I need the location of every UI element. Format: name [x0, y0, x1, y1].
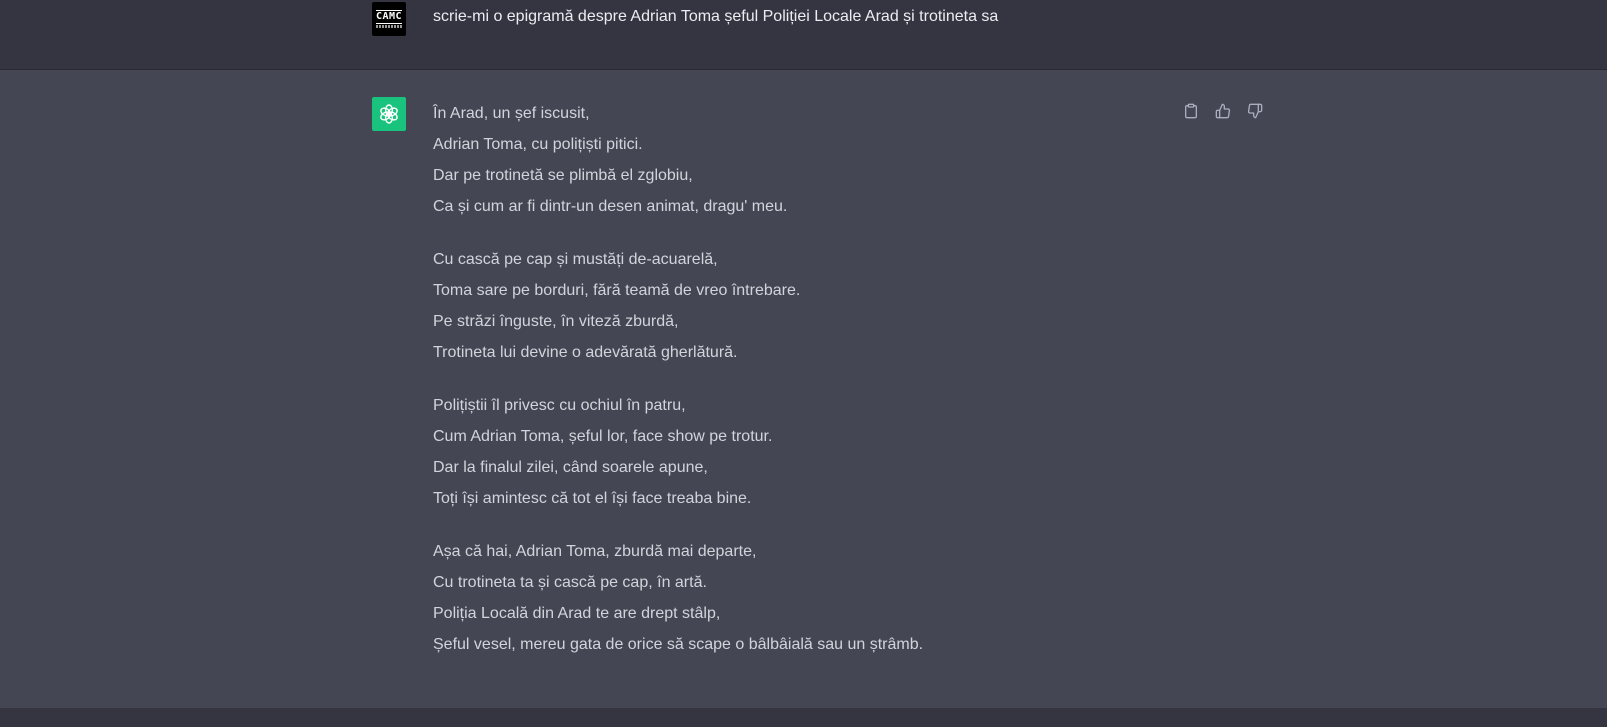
assistant-message-row: În Arad, un șef iscusit, Adrian Toma, cu…	[0, 70, 1607, 708]
poem-line: Cu trotineta ta și cască pe cap, în artă…	[433, 574, 707, 591]
user-message-row: CAMC scrie-mi o epigramă despre Adrian T…	[0, 0, 1607, 70]
copy-button[interactable]	[1180, 100, 1202, 122]
avatar-logo-text: CAMC	[375, 10, 403, 24]
thumbs-up-button[interactable]	[1212, 100, 1234, 122]
stanza: Cu cască pe cap și mustăți de-acuarelă, …	[433, 244, 1133, 368]
poem-line: Poliția Locală din Arad te are drept stâ…	[433, 605, 721, 622]
thumbs-up-icon	[1215, 103, 1231, 119]
chatgpt-avatar	[372, 97, 406, 131]
user-message-text: scrie-mi o epigramă despre Adrian Toma ș…	[433, 8, 999, 25]
poem-line: În Arad, un șef iscusit,	[433, 105, 590, 122]
clipboard-icon	[1185, 103, 1197, 119]
message-actions	[1180, 100, 1266, 122]
poem-line: Pe străzi înguste, în viteză zburdă,	[433, 313, 679, 330]
poem-line: Toma sare pe borduri, fără teamă de vreo…	[433, 282, 801, 299]
poem-line: Așa că hai, Adrian Toma, zburdă mai depa…	[433, 543, 757, 560]
poem-line: Ca și cum ar fi dintr-un desen animat, d…	[433, 198, 788, 215]
bottom-area	[0, 708, 1607, 727]
poem-line: Cu cască pe cap și mustăți de-acuarelă,	[433, 251, 718, 268]
assistant-message-text: În Arad, un șef iscusit, Adrian Toma, cu…	[433, 98, 1133, 682]
stanza: În Arad, un șef iscusit, Adrian Toma, cu…	[433, 98, 1133, 222]
poem-line: Cum Adrian Toma, șeful lor, face show pe…	[433, 428, 773, 445]
poem-line: Dar pe trotinetă se plimbă el zglobiu,	[433, 167, 693, 184]
openai-logo-icon	[380, 104, 398, 124]
thumbs-down-icon	[1247, 103, 1263, 119]
poem-line: Adrian Toma, cu polițiști pitici.	[433, 136, 643, 153]
thumbs-down-button[interactable]	[1244, 100, 1266, 122]
stanza: Polițiștii îl privesc cu ochiul în patru…	[433, 390, 1133, 514]
poem-line: Șeful vesel, mereu gata de orice să scap…	[433, 636, 924, 653]
stanza: Așa că hai, Adrian Toma, zburdă mai depa…	[433, 536, 1133, 660]
poem-line: Polițiștii îl privesc cu ochiul în patru…	[433, 397, 686, 414]
poem-line: Toți își amintesc că tot el își face tre…	[433, 490, 752, 507]
user-avatar: CAMC	[372, 2, 406, 36]
avatar-logo-subtext	[376, 25, 402, 28]
poem-line: Dar la finalul zilei, când soarele apune…	[433, 459, 708, 476]
poem-line: Trotineta lui devine o adevărată gherlăt…	[433, 344, 738, 361]
